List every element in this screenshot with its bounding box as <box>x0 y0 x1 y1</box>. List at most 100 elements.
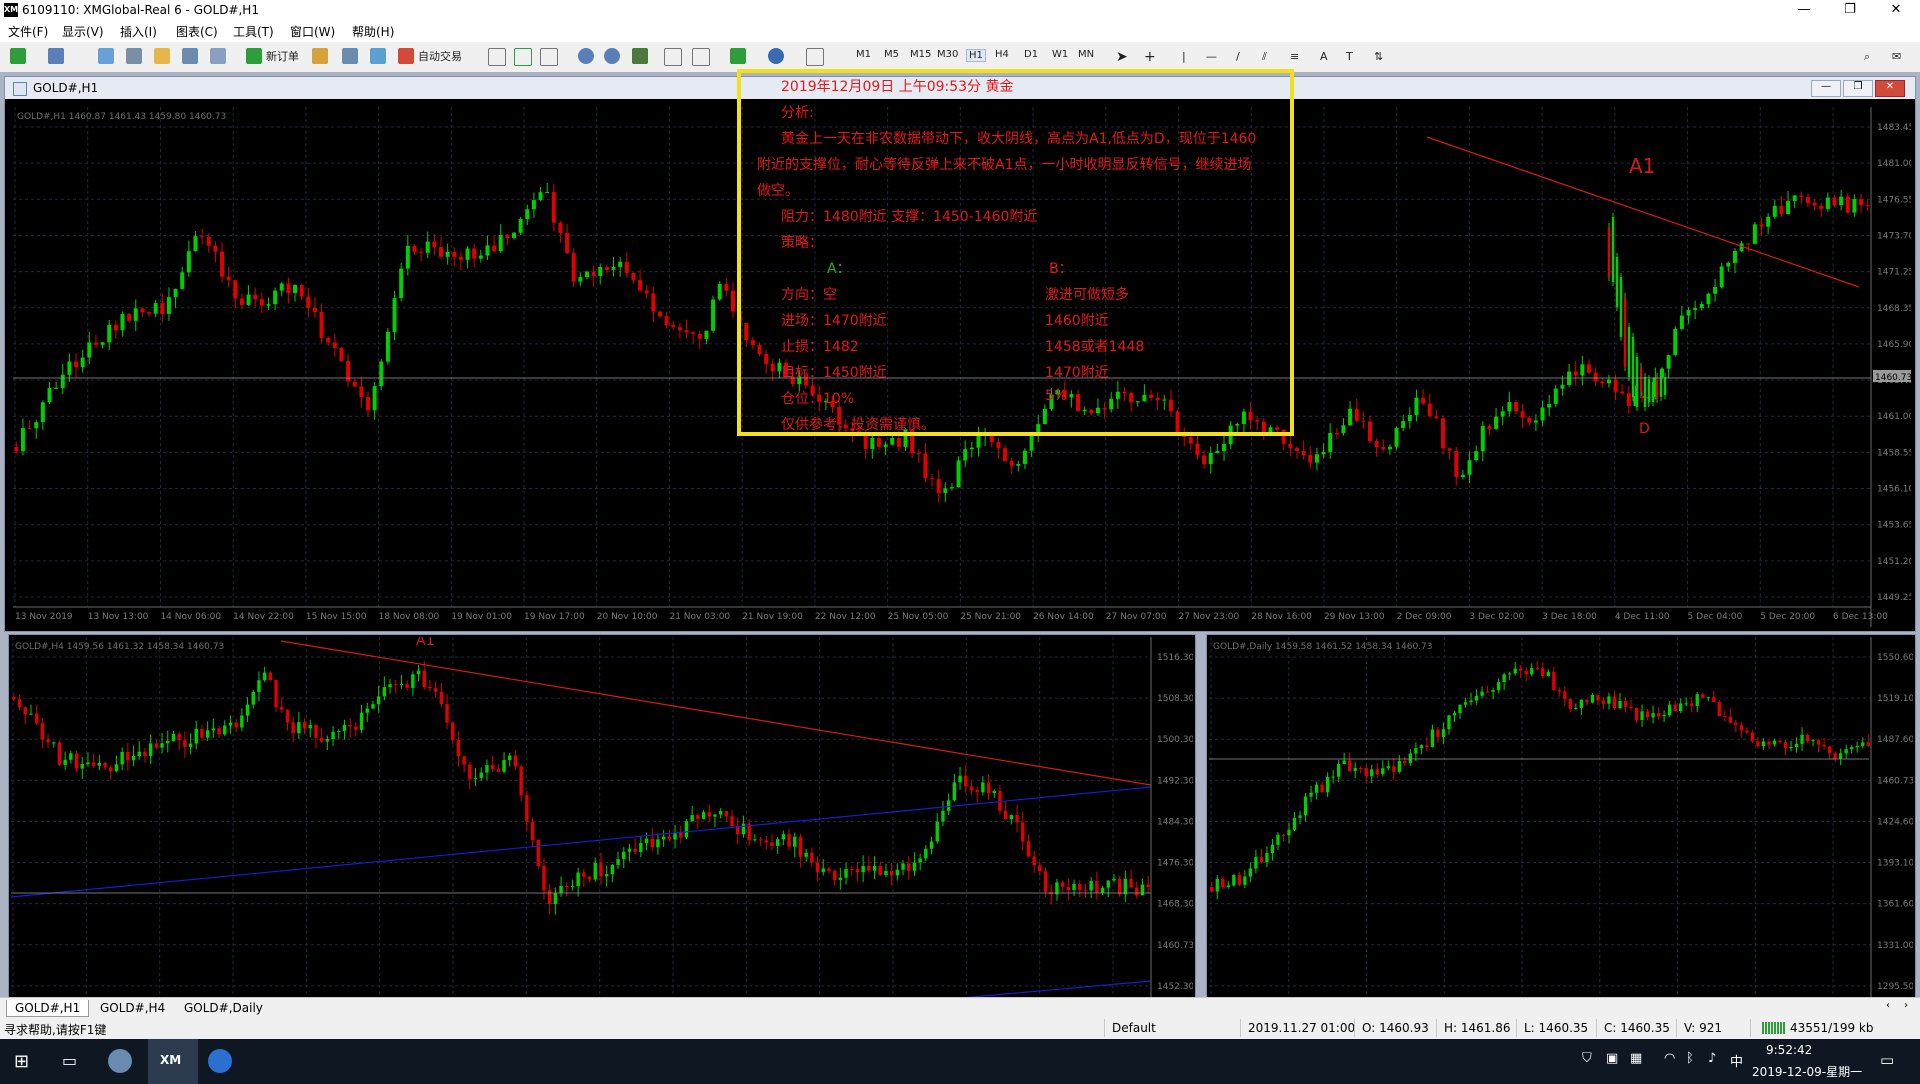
data-window-icon[interactable] <box>126 48 142 64</box>
close-button[interactable]: ✕ <box>1876 0 1916 20</box>
search-icon[interactable]: ⌕ <box>1864 48 1870 66</box>
market-icon[interactable] <box>370 48 386 64</box>
channel-upper-line[interactable] <box>11 786 1152 898</box>
indicators-icon[interactable] <box>730 48 746 64</box>
bluetooth-tray-icon[interactable]: ᛒ <box>1686 1051 1694 1066</box>
price-tick-label: 1295.50 <box>1877 982 1913 992</box>
tf-m30[interactable]: M30 <box>937 49 958 60</box>
minimize-button[interactable]: — <box>1784 0 1824 20</box>
signals-icon[interactable] <box>342 48 358 64</box>
tab-scroll-left-icon[interactable]: ‹ <box>1886 1000 1890 1011</box>
chart-shift-icon[interactable] <box>692 48 710 66</box>
menu-insert[interactable]: 插入(I) <box>120 23 157 40</box>
tf-h4[interactable]: H4 <box>995 49 1009 60</box>
volume-tray-icon[interactable]: ♪ <box>1708 1051 1716 1066</box>
candle-body <box>889 871 894 876</box>
auto-trading-button[interactable]: 自动交易 <box>418 48 462 66</box>
notification-icon[interactable]: ▭ <box>1880 1051 1894 1069</box>
scroll-chart-icon[interactable] <box>664 48 682 66</box>
wifi-tray-icon[interactable]: ◠ <box>1664 1051 1675 1066</box>
profiles-icon[interactable] <box>48 48 64 64</box>
templates-icon[interactable] <box>806 48 824 66</box>
cursor-icon[interactable]: ➤ <box>1116 48 1128 66</box>
tf-h1[interactable]: H1 <box>966 49 986 62</box>
taskbar-date[interactable]: 2019-12-09-星期一 <box>1752 1063 1862 1080</box>
menu-tools[interactable]: 工具(T) <box>233 23 274 40</box>
chart-minimize-button[interactable]: — <box>1811 80 1841 97</box>
candle-body <box>1292 817 1297 830</box>
navigator-icon[interactable] <box>154 48 170 64</box>
tab-gold-daily[interactable]: GOLD#,Daily <box>176 1000 271 1016</box>
crosshair-icon[interactable]: + <box>1144 48 1156 66</box>
network-tray-icon[interactable]: ▦ <box>1630 1051 1642 1066</box>
strategy-tester-icon[interactable] <box>210 48 226 64</box>
text-tool-icon[interactable]: A <box>1320 48 1328 66</box>
h4-info-text: GOLD#,H4 1459.56 1461.32 1458.34 1460.73 <box>15 642 224 652</box>
menu-charts[interactable]: 图表(C) <box>176 23 218 40</box>
h4-trendline[interactable] <box>280 640 1152 786</box>
tab-gold-h4[interactable]: GOLD#,H4 <box>92 1000 173 1016</box>
chat-icon[interactable]: ✉ <box>1892 48 1901 66</box>
metaeditor-icon[interactable] <box>312 48 328 64</box>
candle-body <box>1348 760 1352 772</box>
candle-body <box>166 740 170 744</box>
arrows-icon[interactable]: ⇅ <box>1374 48 1383 66</box>
taskbar-time[interactable]: 9:52:42 <box>1766 1043 1812 1057</box>
tab-scroll-right-icon[interactable]: › <box>1904 1000 1908 1011</box>
tab-gold-h1[interactable]: GOLD#,H1 <box>6 1000 90 1017</box>
h4-chart[interactable]: GOLD#,H4 1459.56 1461.32 1458.34 1460.73… <box>11 637 1193 1056</box>
nvidia-tray-icon[interactable]: ▣ <box>1606 1051 1618 1066</box>
candle-body <box>1745 730 1749 733</box>
vertical-line-icon[interactable]: | <box>1182 48 1186 66</box>
zoom-in-icon[interactable] <box>578 48 594 64</box>
terminal-icon[interactable] <box>182 48 198 64</box>
fibonacci-icon[interactable]: ≡ <box>1290 48 1299 66</box>
tf-mn[interactable]: MN <box>1078 49 1094 60</box>
market-watch-icon[interactable] <box>98 48 114 64</box>
new-chart-icon[interactable] <box>10 48 26 64</box>
candle-body <box>1778 740 1782 743</box>
app-icon[interactable] <box>108 1049 132 1073</box>
menu-window[interactable]: 窗口(W) <box>290 23 335 40</box>
ime-indicator[interactable]: 中 <box>1730 1051 1743 1070</box>
tf-d1[interactable]: D1 <box>1024 49 1038 60</box>
xm-task[interactable]: XM <box>148 1039 198 1084</box>
periods-icon[interactable] <box>768 48 784 64</box>
channel-icon[interactable]: ⫽ <box>1262 48 1267 66</box>
tf-m15[interactable]: M15 <box>910 49 931 60</box>
candle-body <box>1713 287 1718 294</box>
tile-windows-icon[interactable] <box>632 48 648 64</box>
daily-info-text: GOLD#,Daily 1459.58 1461.52 1458.34 1460… <box>1213 642 1433 652</box>
candle-body <box>47 388 52 403</box>
security-tray-icon[interactable]: ⛉ <box>1582 1051 1592 1066</box>
tf-m5[interactable]: M5 <box>884 49 899 60</box>
tf-w1[interactable]: W1 <box>1052 49 1068 60</box>
new-order-icon[interactable] <box>246 48 262 64</box>
zoom-out-icon[interactable] <box>604 48 620 64</box>
new-order-button[interactable]: 新订单 <box>266 48 299 66</box>
menu-help[interactable]: 帮助(H) <box>352 23 394 40</box>
candle-body <box>1739 725 1744 731</box>
trendline-icon[interactable]: / <box>1236 48 1240 66</box>
chart-maximize-button[interactable]: ❐ <box>1843 80 1873 97</box>
candle-body <box>1546 671 1550 676</box>
candle-body <box>1520 411 1525 418</box>
candle-body <box>1215 451 1220 453</box>
daily-chart[interactable]: GOLD#,Daily 1459.58 1461.52 1458.34 1460… <box>1209 637 1913 1056</box>
windows-start-icon[interactable]: ⊞ <box>14 1051 29 1072</box>
tf-m1[interactable]: M1 <box>856 49 871 60</box>
menu-file[interactable]: 文件(F) <box>8 23 48 40</box>
task-view-icon[interactable]: ▭ <box>62 1051 77 1070</box>
browser-icon[interactable] <box>208 1049 232 1073</box>
menu-view[interactable]: 显示(V) <box>62 23 104 40</box>
candle-body <box>691 332 696 334</box>
chart-close-button[interactable]: ✕ <box>1875 80 1905 97</box>
line-chart-icon[interactable] <box>540 48 558 66</box>
candle-body <box>838 877 843 880</box>
bar-chart-icon[interactable] <box>488 48 506 66</box>
label-tool-icon[interactable]: T <box>1346 48 1353 66</box>
auto-trading-icon[interactable] <box>398 48 414 64</box>
horizontal-line-icon[interactable]: — <box>1206 48 1217 66</box>
restore-button[interactable]: ❐ <box>1830 0 1870 20</box>
candlestick-icon[interactable] <box>514 48 532 66</box>
